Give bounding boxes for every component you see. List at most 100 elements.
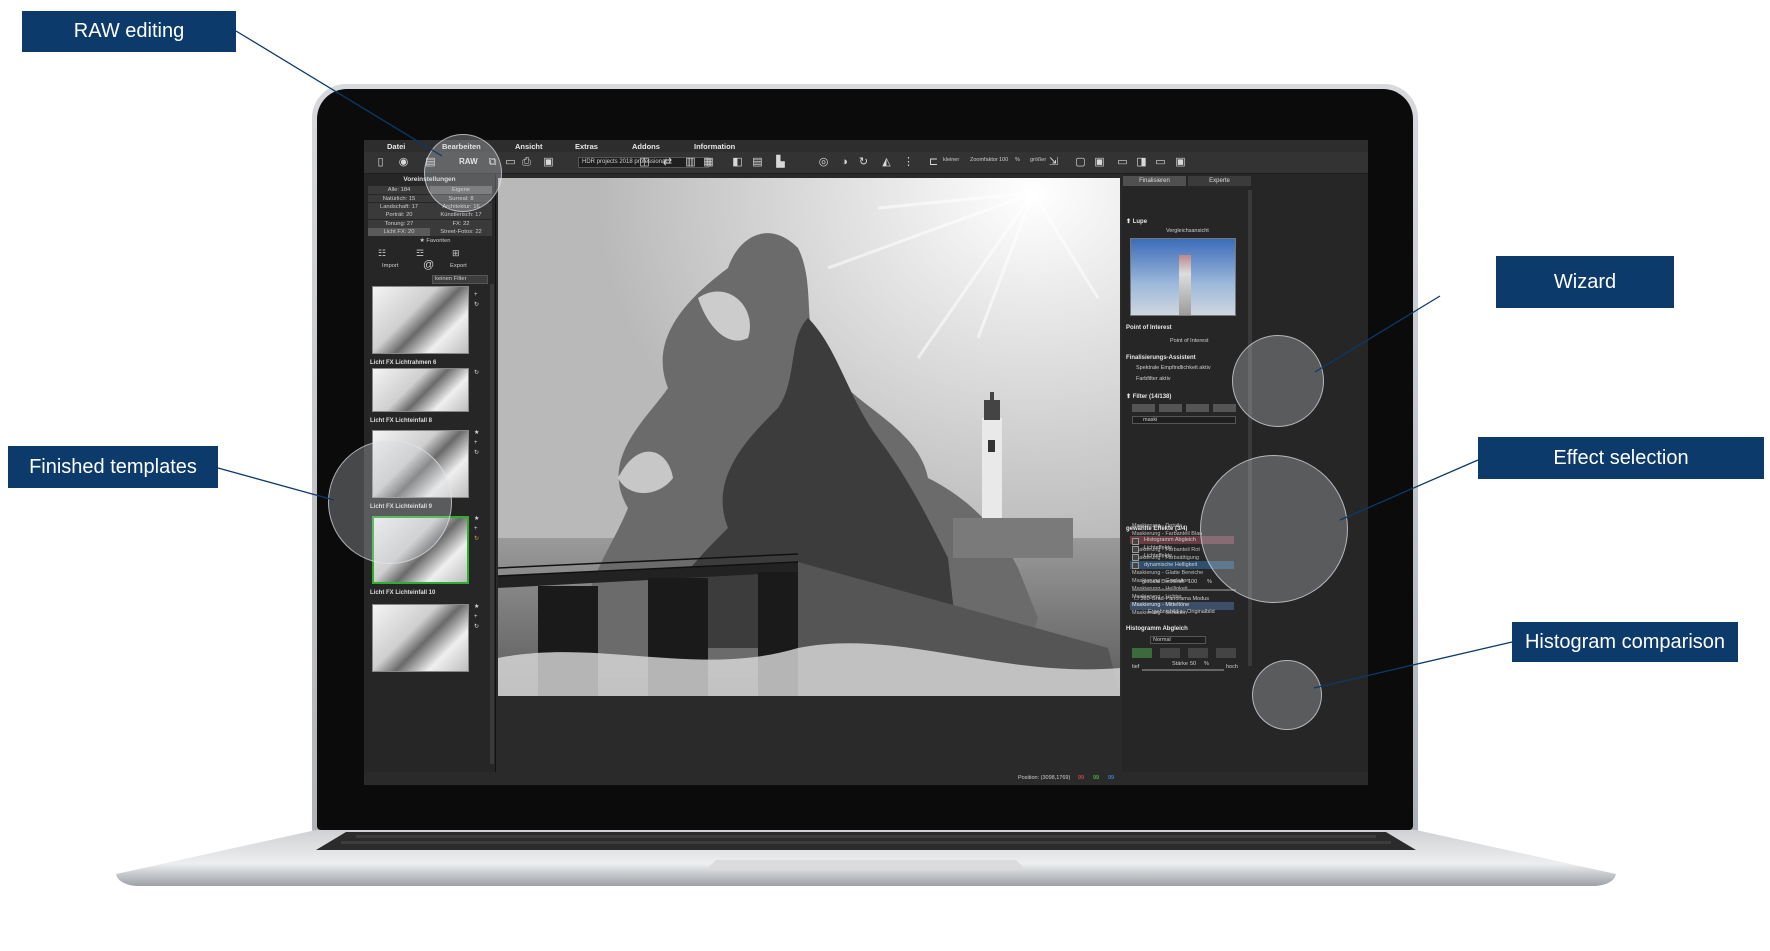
star-icon[interactable]: ★ [474, 514, 479, 524]
panorama-checkbox[interactable]: ☐ 360-Grad-Panorama Modus [1134, 596, 1209, 602]
laptop-base [116, 830, 1616, 888]
camera-icon[interactable]: ◉ [397, 156, 410, 169]
add-icon[interactable]: + [474, 524, 479, 534]
split-view-icon[interactable]: ◧ [731, 156, 744, 169]
menu-ansicht[interactable]: Ansicht [515, 142, 543, 151]
toolbar: ▯ ◉ ▤ RAW ⧉ ▭ ⎙ ▣ HDR projects 2018 prof… [364, 152, 1368, 174]
refresh-icon[interactable]: ↻ [474, 368, 479, 378]
add-icon[interactable]: + [474, 438, 479, 448]
histogram-icon[interactable]: ▙ [774, 156, 787, 169]
filter-button[interactable] [1132, 404, 1155, 412]
thumbnail-image[interactable] [372, 286, 469, 354]
loupe-title: ⬆ Lupe [1126, 218, 1147, 225]
fit-icon[interactable]: ⇲ [1047, 156, 1060, 169]
category-portrait[interactable]: Porträt: 20 [368, 211, 430, 220]
lighthouse-preview [1179, 255, 1191, 315]
zoom-value[interactable]: 100 [999, 157, 1008, 163]
flip-icon[interactable]: ◭ [880, 156, 893, 169]
new-file-icon[interactable]: ▯ [374, 156, 387, 169]
settings-icon[interactable]: ▣ [1174, 156, 1187, 169]
menu-information[interactable]: Information [694, 142, 735, 151]
menu-addons[interactable]: Addons [632, 142, 660, 151]
filter-button[interactable] [1159, 404, 1182, 412]
histogram-title: Histogramm Abgleich [1126, 626, 1188, 632]
wizard-option-colorfilter[interactable]: Farbfilter aktiv [1136, 376, 1171, 382]
star-icon: ★ [419, 238, 425, 244]
add-preset-icon[interactable]: ⊞ [452, 248, 460, 259]
strength-slider[interactable] [1142, 669, 1224, 671]
tab-expert[interactable]: Experte [1188, 176, 1251, 186]
thumbnail-image[interactable] [372, 368, 469, 412]
thumbnail-image[interactable] [372, 604, 469, 672]
star-icon[interactable]: ★ [474, 428, 479, 438]
opacity-value[interactable]: 100 [1188, 579, 1197, 585]
category-light-fx[interactable]: Licht FX: 20 [368, 228, 430, 237]
print-icon[interactable]: ⎙ [520, 156, 533, 169]
star-icon[interactable]: ★ [474, 602, 479, 612]
refresh-icon[interactable]: ↻ [474, 622, 479, 632]
favorites-label[interactable]: Favoriten [426, 238, 450, 244]
list-view-icon[interactable]: ☲ [416, 248, 424, 259]
tab-finalize[interactable]: Finalisieren [1123, 176, 1186, 186]
filter-button[interactable] [1186, 404, 1209, 412]
gallery-icon[interactable]: ▦ [702, 156, 715, 169]
category-fx[interactable]: FX: 22 [430, 219, 492, 228]
eye-icon[interactable]: ◎ [817, 156, 830, 169]
strength-value[interactable]: 50 [1190, 661, 1196, 667]
histogram-button[interactable] [1216, 648, 1236, 658]
window-icon[interactable]: ▭ [1116, 156, 1129, 169]
opacity-slider[interactable] [1132, 589, 1236, 591]
projects-icon[interactable]: ▣ [542, 156, 555, 169]
rotate-icon[interactable]: ↻ [857, 156, 870, 169]
zoom-label: Zoomfaktor [970, 157, 998, 163]
crop-icon[interactable]: ⊏ [927, 156, 940, 169]
palette-icon[interactable]: ◑ [838, 156, 851, 169]
filter-dropdown[interactable]: keinen Filter [432, 275, 488, 284]
more-icon[interactable]: ⋮ [902, 156, 915, 169]
document-icon[interactable]: ▢ [1074, 156, 1087, 169]
refresh-icon[interactable]: ↻ [474, 534, 479, 544]
layout-icon[interactable]: ▤ [751, 156, 764, 169]
monitor-icon[interactable]: ▭ [1154, 156, 1167, 169]
at-icon[interactable]: @ [423, 259, 434, 271]
original-compare-button[interactable]: Ergebnisbild zu Originalbild [1148, 609, 1215, 615]
refresh-icon[interactable]: ↻ [474, 300, 479, 310]
main-image-canvas[interactable] [498, 178, 1120, 696]
menu-datei[interactable]: Datei [387, 142, 405, 151]
add-icon[interactable]: + [474, 290, 479, 300]
loupe-preview[interactable] [1130, 238, 1236, 316]
category-all[interactable]: Alle: 184 [368, 186, 430, 195]
compare-icon[interactable]: ◫ [638, 156, 651, 169]
category-natural[interactable]: Natürlich: 15 [368, 194, 430, 203]
filter-button[interactable] [1213, 404, 1236, 412]
zoom-unit: % [1015, 157, 1020, 163]
category-landscape[interactable]: Landschaft: 17 [368, 203, 430, 211]
export-button[interactable]: Export [450, 263, 467, 269]
left-scrollbar[interactable] [490, 284, 494, 764]
histogram-button[interactable] [1132, 648, 1152, 658]
export-icon[interactable]: ⇄ [661, 156, 674, 169]
refresh-icon[interactable]: ↻ [474, 448, 479, 458]
grid-view-icon[interactable]: ☷ [378, 248, 386, 259]
highlight-wizard [1232, 335, 1324, 427]
thumb-actions: + ↻ [474, 290, 479, 310]
wizard-option-spectral[interactable]: Spektrale Empfindlichkeit aktiv [1136, 365, 1211, 371]
category-artistic[interactable]: Künstlerisch: 17 [430, 211, 492, 220]
fullscreen-icon[interactable]: ▣ [1093, 156, 1106, 169]
thumb-label: Licht FX Lichteinfall 8 [370, 418, 433, 424]
menu-extras[interactable]: Extras [575, 142, 598, 151]
histogram-button[interactable] [1160, 648, 1180, 658]
add-icon[interactable]: + [474, 612, 479, 622]
histogram-button[interactable] [1188, 648, 1208, 658]
callout-effect-selection: Effect selection [1478, 437, 1764, 479]
effect-search-input[interactable]: maski [1132, 416, 1236, 424]
panel-icon[interactable]: ◨ [1135, 156, 1148, 169]
category-street[interactable]: Street-Fotos: 22 [430, 228, 492, 237]
histogram-mode-dropdown[interactable]: Normal [1150, 636, 1206, 644]
save-icon[interactable]: ▭ [504, 156, 517, 169]
category-toning[interactable]: Tonung: 27 [368, 219, 430, 228]
poi-button[interactable]: Point of Interest [1170, 338, 1209, 344]
import-button[interactable]: Import [382, 263, 398, 269]
stack-icon[interactable]: ▥ [684, 156, 697, 169]
compare-view-button[interactable]: Vergleichsansicht [1166, 228, 1209, 234]
